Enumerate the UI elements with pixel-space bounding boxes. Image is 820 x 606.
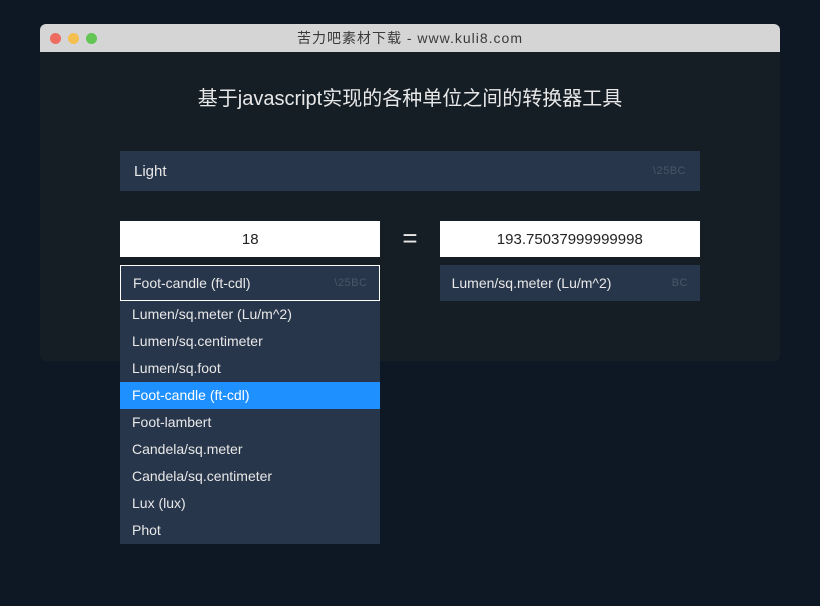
left-value-input[interactable] <box>120 221 380 257</box>
category-select[interactable]: Light \25BC <box>120 151 700 191</box>
close-icon[interactable] <box>50 33 61 44</box>
dropdown-option[interactable]: Foot-candle (ft-cdl) <box>120 382 380 409</box>
dropdown-option[interactable]: Lux (lux) <box>120 490 380 517</box>
right-value-input[interactable] <box>440 221 700 257</box>
traffic-lights <box>50 33 97 44</box>
right-unit-label: Lumen/sq.meter (Lu/m^2) <box>452 275 612 291</box>
dropdown-option[interactable]: Phot <box>120 517 380 544</box>
left-column: Foot-candle (ft-cdl) \25BC Lumen/sq.mete… <box>120 221 380 301</box>
equals-sign: = <box>402 223 417 254</box>
left-unit-select[interactable]: Foot-candle (ft-cdl) \25BC <box>120 265 380 301</box>
dropdown-option[interactable]: Lumen/sq.foot <box>120 355 380 382</box>
chevron-down-icon: \25BC <box>334 277 367 289</box>
chevron-down-icon: BC <box>672 277 688 289</box>
content-area: 基于javascript实现的各种单位之间的转换器工具 Light \25BC … <box>40 52 780 361</box>
minimize-icon[interactable] <box>68 33 79 44</box>
converter-row: Foot-candle (ft-cdl) \25BC Lumen/sq.mete… <box>120 221 700 301</box>
window-title: 苦力吧素材下载 - www.kuli8.com <box>297 28 523 48</box>
app-window: 苦力吧素材下载 - www.kuli8.com 基于javascript实现的各… <box>40 24 780 361</box>
left-unit-label: Foot-candle (ft-cdl) <box>133 275 250 291</box>
dropdown-option[interactable]: Lumen/sq.meter (Lu/m^2) <box>120 301 380 328</box>
right-column: Lumen/sq.meter (Lu/m^2) BC <box>440 221 700 301</box>
unit-dropdown: Lumen/sq.meter (Lu/m^2)Lumen/sq.centimet… <box>120 301 380 544</box>
chevron-down-icon: \25BC <box>653 165 686 177</box>
page-title: 基于javascript实现的各种单位之间的转换器工具 <box>120 82 700 111</box>
category-label: Light <box>134 163 167 180</box>
dropdown-option[interactable]: Lumen/sq.centimeter <box>120 328 380 355</box>
right-unit-select[interactable]: Lumen/sq.meter (Lu/m^2) BC <box>440 265 700 301</box>
dropdown-option[interactable]: Candela/sq.meter <box>120 436 380 463</box>
dropdown-option[interactable]: Foot-lambert <box>120 409 380 436</box>
titlebar: 苦力吧素材下载 - www.kuli8.com <box>40 24 780 52</box>
dropdown-option[interactable]: Candela/sq.centimeter <box>120 463 380 490</box>
maximize-icon[interactable] <box>86 33 97 44</box>
